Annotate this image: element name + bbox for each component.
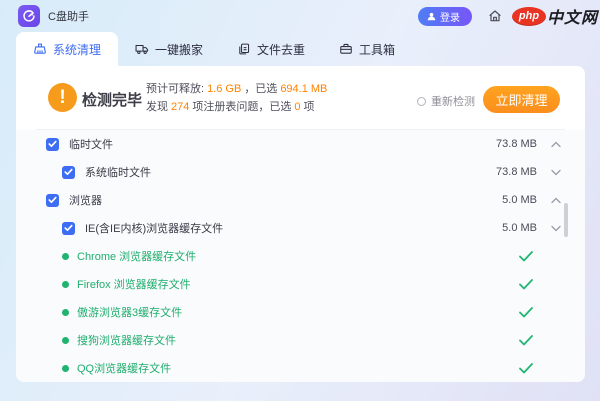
- done-check-icon: [519, 362, 533, 373]
- checkbox-checked[interactable]: [46, 137, 59, 151]
- count-unit: 项: [303, 101, 315, 113]
- item-label: 搜狗浏览器缓存文件: [77, 335, 176, 347]
- bullet-icon: [62, 252, 69, 260]
- release-label: 预计可释放:: [146, 83, 205, 95]
- summary-line-2: 发现 274 项注册表问题，已选 0 项: [146, 98, 330, 116]
- list-item[interactable]: 搜狗浏览器缓存文件: [16, 326, 585, 354]
- app-title: C盘助手: [48, 11, 89, 23]
- chevron-icon[interactable]: [551, 141, 561, 148]
- item-label: QQ浏览器缓存文件: [77, 363, 172, 375]
- toolbox-icon: [340, 43, 352, 54]
- selected-count: 0: [294, 101, 301, 113]
- selected-value: 694.1 MB: [280, 83, 328, 95]
- main-panel: ! 检测完毕 预计可释放: 1.6 GB ，已选 694.1 MB 发现 274 项注册表…: [16, 66, 585, 382]
- rescan-radio-icon: [417, 96, 426, 106]
- tab-label: 文件去重: [257, 42, 306, 57]
- item-size: 73.8 MB: [496, 138, 537, 150]
- login-label: 登录: [439, 12, 460, 24]
- cleanup-list: 临时文件 73.8 MB 系统临时文件 73.8 MB 浏览器 5.0 MB I…: [16, 130, 585, 382]
- selected-label: ，已选: [244, 83, 278, 95]
- brand-suffix: 中文网: [546, 10, 598, 27]
- item-label: 系统临时文件: [85, 167, 151, 179]
- home-icon[interactable]: [487, 8, 503, 24]
- tab-system-clean[interactable]: 系统清理: [16, 32, 119, 66]
- list-item[interactable]: 临时文件 73.8 MB: [16, 130, 585, 158]
- checkbox-checked[interactable]: [46, 193, 59, 207]
- list-item[interactable]: 系统临时文件 73.8 MB: [16, 158, 585, 186]
- title-bar: C盘助手 登录 php 中文网: [0, 0, 600, 32]
- item-label: 浏览器: [69, 195, 102, 207]
- found-label: 发现: [146, 101, 168, 113]
- list-item[interactable]: 傲游浏览器3缓存文件: [16, 298, 585, 326]
- login-button[interactable]: 登录: [417, 6, 472, 26]
- chevron-icon[interactable]: [551, 225, 561, 232]
- bullet-icon: [62, 280, 69, 288]
- done-check-icon: [519, 334, 533, 345]
- truck-icon: [135, 44, 149, 55]
- scan-summary-header: ! 检测完毕 预计可释放: 1.6 GB ，已选 694.1 MB 发现 274 项注册表…: [16, 66, 585, 130]
- tab-label: 系统清理: [53, 42, 102, 57]
- done-check-icon: [519, 306, 533, 317]
- tab-file-dedupe[interactable]: 文件去重: [220, 32, 322, 66]
- tab-one-key-move[interactable]: 一键搬家: [118, 32, 220, 66]
- item-label: Firefox 浏览器缓存文件: [77, 279, 191, 291]
- checkbox-checked[interactable]: [62, 165, 75, 179]
- clean-now-button[interactable]: 立即清理: [483, 86, 560, 113]
- done-check-icon: [519, 278, 533, 289]
- item-label: 临时文件: [69, 139, 113, 151]
- warning-icon: !: [48, 83, 77, 112]
- found-value: 274: [171, 101, 190, 113]
- list-item[interactable]: 浏览器 5.0 MB: [16, 186, 585, 214]
- item-size: 5.0 MB: [502, 194, 537, 206]
- tab-toolbox[interactable]: 工具箱: [322, 32, 412, 66]
- tab-label: 一键搬家: [155, 42, 204, 57]
- issues-label: 项注册表问题，已选: [192, 101, 292, 113]
- user-icon: [427, 12, 436, 20]
- bullet-icon: [62, 336, 69, 344]
- list-item[interactable]: Firefox 浏览器缓存文件: [16, 270, 585, 298]
- summary-line-1: 预计可释放: 1.6 GB ，已选 694.1 MB: [146, 80, 330, 98]
- item-size: 73.8 MB: [496, 166, 537, 178]
- release-value: 1.6 GB: [207, 83, 242, 95]
- main-tabbar: 系统清理 一键搬家 文件去重 工具箱: [16, 32, 412, 66]
- dedupe-icon: [239, 43, 250, 55]
- done-check-icon: [519, 250, 533, 261]
- item-size: 5.0 MB: [502, 222, 537, 234]
- list-item[interactable]: IE(含IE内核)浏览器缓存文件 5.0 MB: [16, 214, 585, 242]
- chevron-icon[interactable]: [551, 197, 561, 204]
- item-label: IE(含IE内核)浏览器缓存文件: [85, 223, 224, 235]
- php-logo-icon: php: [511, 6, 546, 26]
- rescan-button[interactable]: 重新检测: [417, 93, 475, 109]
- app-logo-icon: [18, 5, 40, 27]
- chevron-icon[interactable]: [551, 169, 561, 176]
- scan-status: 检测完毕: [82, 92, 143, 109]
- checkbox-checked[interactable]: [62, 221, 75, 235]
- list-item[interactable]: QQ浏览器缓存文件: [16, 354, 585, 382]
- clean-icon: [34, 43, 46, 54]
- tab-label: 工具箱: [359, 42, 396, 57]
- bullet-icon: [62, 364, 69, 372]
- item-label: Chrome 浏览器缓存文件: [77, 251, 197, 263]
- site-brand-logo: php 中文网: [511, 4, 598, 28]
- scan-summary: 预计可释放: 1.6 GB ，已选 694.1 MB 发现 274 项注册表问题，已选 0 项: [146, 80, 330, 116]
- list-item[interactable]: Chrome 浏览器缓存文件: [16, 242, 585, 270]
- item-label: 傲游浏览器3缓存文件: [77, 307, 183, 319]
- rescan-label: 重新检测: [431, 96, 475, 108]
- bullet-icon: [62, 308, 69, 316]
